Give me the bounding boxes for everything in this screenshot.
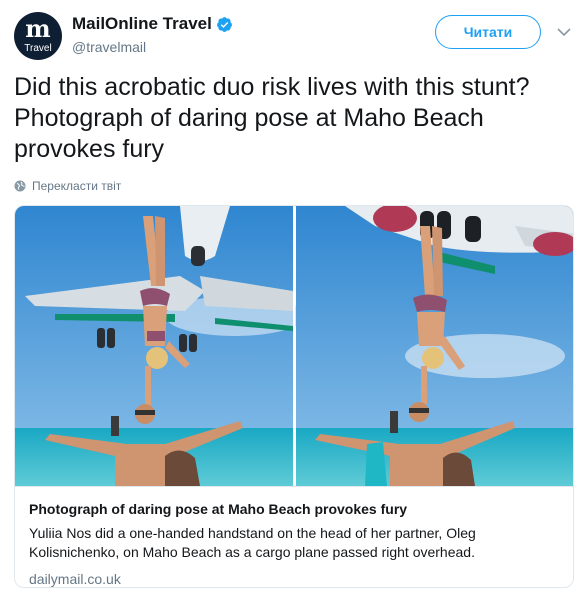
avatar-subtitle: Travel	[24, 43, 52, 54]
beach-photo	[15, 206, 573, 486]
photo-right	[296, 206, 573, 486]
link-card[interactable]: Photograph of daring pose at Maho Beach …	[14, 205, 574, 588]
translate-tweet-link[interactable]: Перекласти твіт	[14, 179, 121, 193]
display-name-row[interactable]: MailOnline Travel	[72, 14, 233, 34]
card-description: Yuliia Nos did a one-handed handstand on…	[29, 525, 476, 560]
follow-button[interactable]: Читати	[435, 15, 541, 49]
card-title[interactable]: Photograph of daring pose at Maho Beach …	[29, 500, 561, 518]
verified-badge-icon	[216, 16, 232, 32]
chevron-down-icon[interactable]	[556, 24, 572, 40]
card-image[interactable]	[15, 206, 573, 486]
tweet-header: m Travel MailOnline Travel @travelmail Ч…	[14, 12, 574, 60]
globe-icon	[14, 180, 26, 192]
avatar-logo: m	[25, 14, 51, 43]
author-names: MailOnline Travel @travelmail	[72, 14, 233, 56]
avatar[interactable]: m Travel	[14, 12, 62, 60]
display-name[interactable]: MailOnline Travel	[72, 14, 212, 34]
photo-left	[15, 206, 305, 486]
card-body[interactable]: Photograph of daring pose at Maho Beach …	[15, 486, 573, 587]
handle[interactable]: @travelmail	[72, 38, 233, 56]
tweet-text: Did this acrobatic duo risk lives with t…	[14, 73, 530, 163]
card-domain[interactable]: dailymail.co.uk	[29, 570, 561, 587]
translate-label[interactable]: Перекласти твіт	[32, 179, 121, 193]
